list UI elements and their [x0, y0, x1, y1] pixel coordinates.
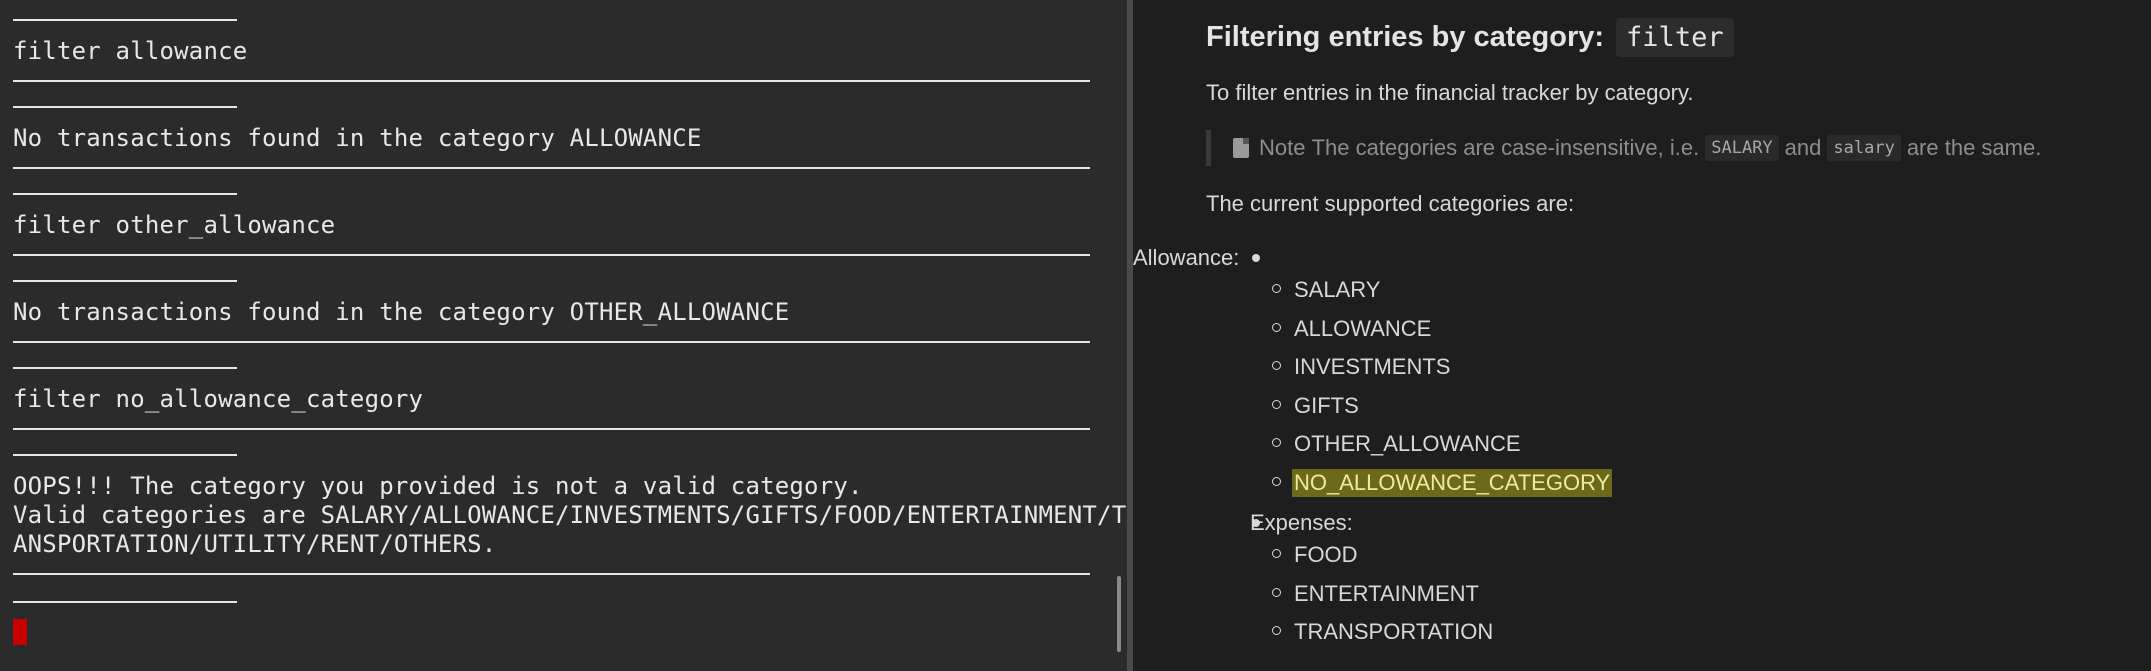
document-icon	[1233, 138, 1249, 158]
terminal-error-line: OOPS!!! The category you provided is not…	[13, 472, 863, 500]
markdown-preview-pane[interactable]: Filtering entries by category: filter To…	[1133, 0, 2151, 671]
heading-code: filter	[1616, 17, 1734, 57]
bullet-icon	[1272, 588, 1281, 597]
category-item-highlighted: NO_ALLOWANCE_CATEGORY	[1292, 469, 1613, 497]
terminal-pane[interactable]: filter allowance No transactions found i…	[0, 0, 1127, 671]
supported-paragraph: The current supported categories are:	[1206, 191, 1575, 216]
note-text: The categories are case-insensitive, i.e…	[1311, 135, 1700, 160]
separator-long	[13, 573, 1090, 575]
bullet-icon	[1272, 438, 1281, 447]
category-item: TRANSPORTATION	[1294, 619, 1494, 644]
terminal-error-line: ANSPORTATION/UTILITY/RENT/OTHERS.	[13, 530, 497, 558]
separator-short	[13, 601, 237, 603]
separator-short	[13, 19, 237, 21]
inline-code: salary	[1827, 135, 1901, 161]
category-item: GIFTS	[1294, 393, 1359, 418]
note-text: are the same.	[1906, 135, 2042, 160]
category-item: INVESTMENTS	[1294, 354, 1451, 379]
category-group-label: Expenses:	[1250, 510, 1353, 535]
note-blockquote: Note The categories are case-insensitive…	[1206, 130, 2151, 166]
note-label: Note	[1259, 135, 1306, 160]
terminal-command-line: filter other_allowance	[13, 211, 336, 239]
bullet-icon	[1272, 477, 1281, 486]
terminal-error-line: Valid categories are SALARY/ALLOWANCE/IN…	[13, 501, 1127, 529]
category-item: ENTERTAINMENT	[1294, 581, 1479, 606]
bullet-icon	[1272, 549, 1281, 558]
terminal-cursor[interactable]	[13, 619, 27, 645]
separator-long	[13, 167, 1090, 169]
bullet-icon	[1272, 361, 1281, 370]
terminal-scrollbar[interactable]	[1117, 576, 1121, 652]
separator-long	[13, 428, 1090, 430]
category-item: SALARY	[1294, 277, 1381, 302]
category-item: ALLOWANCE	[1294, 316, 1432, 341]
terminal-command-line: filter no_allowance_category	[13, 385, 424, 413]
note-text: and	[1784, 135, 1822, 160]
category-item: OTHER_ALLOWANCE	[1294, 431, 1521, 456]
heading-text: Filtering entries by category:	[1206, 20, 1605, 53]
separator-short	[13, 106, 237, 108]
separator-long	[13, 254, 1090, 256]
bullet-icon	[1272, 323, 1281, 332]
terminal-command-line: filter allowance	[13, 37, 248, 65]
separator-short	[13, 367, 237, 369]
separator-long	[13, 80, 1090, 82]
category-item: FOOD	[1294, 542, 1358, 567]
bullet-icon	[1252, 254, 1260, 262]
section-heading: Filtering entries by category: filter	[1206, 14, 1734, 60]
separator-short	[13, 454, 237, 456]
inline-code: SALARY	[1705, 135, 1779, 161]
intro-paragraph: To filter entries in the financial track…	[1206, 80, 1694, 105]
bullet-icon	[1272, 626, 1281, 635]
separator-short	[13, 193, 237, 195]
separator-long	[13, 341, 1090, 343]
bullet-icon	[1272, 400, 1281, 409]
terminal-output-line: No transactions found in the category OT…	[13, 298, 790, 326]
separator-short	[13, 280, 237, 282]
bullet-icon	[1272, 284, 1281, 293]
terminal-output-line: No transactions found in the category AL…	[13, 124, 702, 152]
